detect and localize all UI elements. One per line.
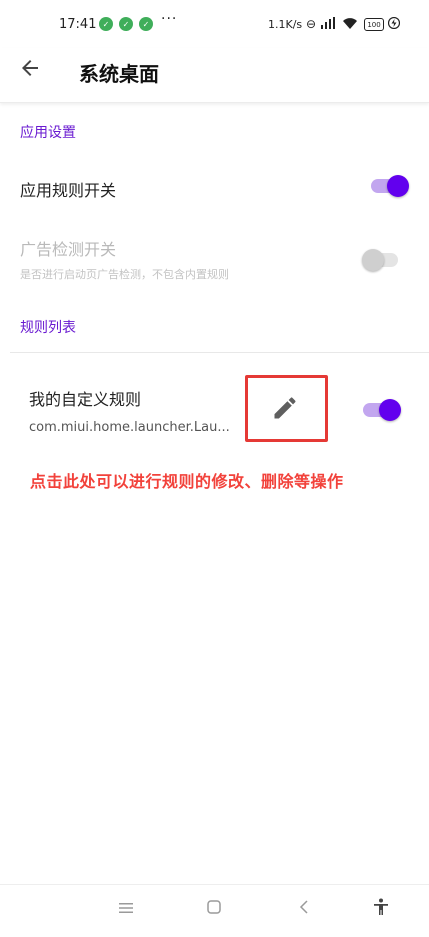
- rule-enable-toggle[interactable]: [361, 398, 401, 422]
- section-title-rule-list: 规则列表: [20, 320, 76, 336]
- ad-detect-toggle[interactable]: [362, 248, 402, 272]
- rule-switch-toggle[interactable]: [369, 174, 409, 198]
- menu-icon[interactable]: [119, 899, 133, 918]
- section-title-app-settings: 应用设置: [20, 125, 76, 141]
- do-not-disturb-icon: ⊖: [306, 17, 317, 31]
- back-arrow-icon[interactable]: [18, 56, 46, 84]
- more-notifications-icon: ···: [161, 11, 178, 27]
- switch-thumb: [379, 399, 401, 421]
- battery-icon: 100: [364, 18, 384, 31]
- accessibility-icon[interactable]: [373, 898, 389, 920]
- signal-icon: [321, 17, 335, 32]
- ad-detect-description: 是否进行启动页广告检测，不包含内置规则: [20, 268, 229, 281]
- edit-pencil-icon[interactable]: [271, 394, 299, 426]
- toolbar: [0, 48, 429, 103]
- network-speed: 1.1K/s: [268, 18, 303, 31]
- status-bar: 17:41 ✓ ✓ ✓ ··· 1.1K/s ⊖ 100: [0, 0, 429, 48]
- switch-thumb: [362, 249, 384, 271]
- back-nav-icon[interactable]: [299, 899, 309, 918]
- rule-package: com.miui.home.launcher.Lau...: [29, 420, 230, 435]
- divider: [10, 352, 429, 353]
- status-time: 17:41: [59, 17, 97, 32]
- switch-thumb: [387, 175, 409, 197]
- page-title: 系统桌面: [79, 62, 159, 86]
- app-notification-icon: ✓: [119, 17, 133, 31]
- app-notification-icon: ✓: [139, 17, 153, 31]
- charging-icon: [387, 16, 401, 32]
- app-notification-icon: ✓: [99, 17, 113, 31]
- home-icon[interactable]: [207, 899, 221, 918]
- rule-switch-label: 应用规则开关: [20, 181, 117, 200]
- rule-name[interactable]: 我的自定义规则: [29, 386, 141, 410]
- annotation-text: 点击此处可以进行规则的修改、删除等操作: [30, 472, 344, 491]
- ad-detect-label: 广告检测开关: [20, 240, 117, 259]
- wifi-icon: [342, 17, 358, 32]
